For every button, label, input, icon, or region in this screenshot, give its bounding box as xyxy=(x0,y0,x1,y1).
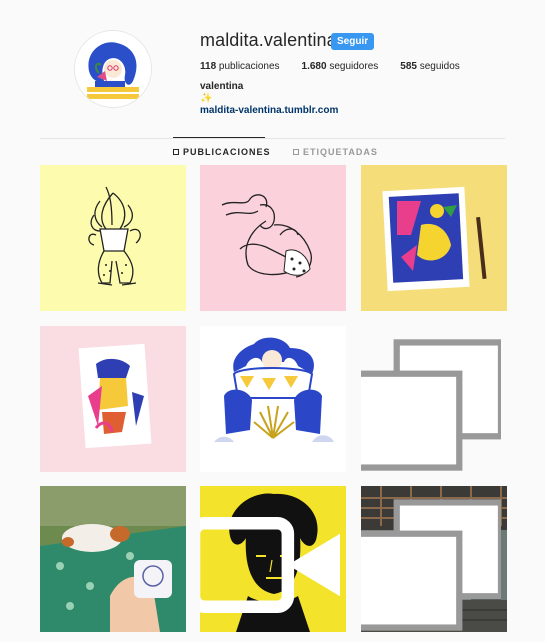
tag-icon xyxy=(293,149,299,155)
followers-count: 1.680 xyxy=(301,61,327,72)
posts-count: 118 xyxy=(200,61,217,72)
post-plant-illustration[interactable] xyxy=(40,165,186,311)
posts-label: publicaciones xyxy=(218,61,280,72)
post-print-on-yellow[interactable] xyxy=(361,165,507,311)
section-divider xyxy=(40,138,505,139)
tab-etiquetadas[interactable]: ETIQUETADAS xyxy=(293,147,378,157)
followers-stat[interactable]: 1.680 seguidores xyxy=(302,61,379,72)
active-tab-indicator xyxy=(173,137,265,138)
post-squatting-woman[interactable] xyxy=(200,326,346,472)
following-stat[interactable]: 585 seguidos xyxy=(400,61,460,72)
following-count: 585 xyxy=(400,61,417,72)
video-icon xyxy=(200,517,340,613)
post-print-on-pink[interactable] xyxy=(40,326,186,472)
avatar[interactable] xyxy=(74,30,152,108)
post-pergola-photo[interactable] xyxy=(361,486,507,632)
website-link[interactable]: maldita-valentina.tumblr.com xyxy=(200,105,338,116)
bio-sparkle-icon: ✨ xyxy=(200,93,213,104)
profile-header: maldita.valentina Seguir 118 publicacion… xyxy=(0,0,545,138)
following-label: seguidos xyxy=(419,61,460,72)
username: maldita.valentina xyxy=(200,30,337,50)
posts-stat: 118 publicaciones xyxy=(200,61,280,72)
multiple-icon xyxy=(361,339,501,471)
tab-publicaciones-label: PUBLICACIONES xyxy=(183,147,271,157)
tab-publicaciones[interactable]: PUBLICACIONES xyxy=(173,147,271,157)
post-hug-illustration[interactable] xyxy=(200,165,346,311)
follow-button[interactable]: Seguir xyxy=(331,33,375,50)
followers-label: seguidores xyxy=(329,61,379,72)
profile-tabs: PUBLICACIONES ETIQUETADAS xyxy=(0,147,545,163)
post-afro-portrait[interactable] xyxy=(200,486,346,632)
post-bald-man-sketch[interactable] xyxy=(361,326,507,472)
profile-stats: 118 publicaciones 1.680 seguidores 585 s… xyxy=(200,61,482,72)
post-dog-sticker-photo[interactable] xyxy=(40,486,186,632)
full-name: valentina xyxy=(200,81,244,92)
multiple-icon xyxy=(361,499,501,631)
grid-icon xyxy=(173,149,179,155)
tab-etiquetadas-label: ETIQUETADAS xyxy=(303,147,378,157)
